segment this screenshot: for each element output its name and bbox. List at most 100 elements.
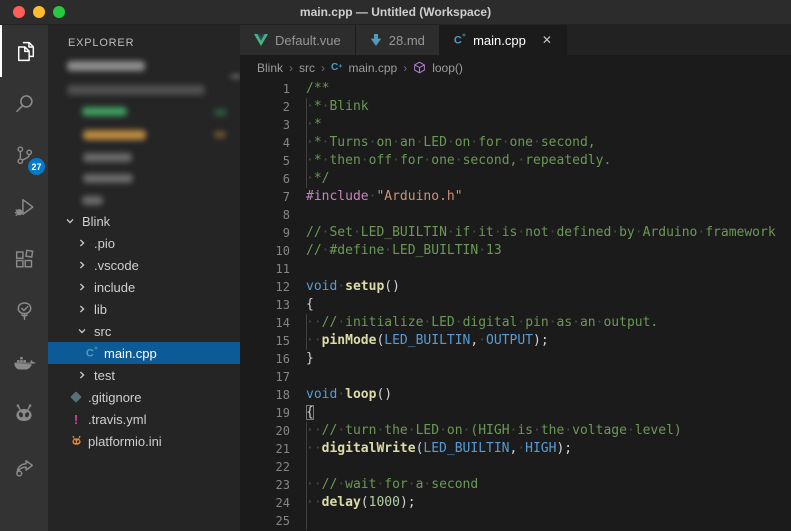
search-icon [12,91,37,116]
run-debug-icon [12,195,37,220]
code-line-16[interactable]: 16} [240,350,791,368]
code-line-12[interactable]: 12void·setup() [240,278,791,296]
tree-item-label: .travis.yml [88,412,147,427]
tree-item-test[interactable]: test [48,364,240,386]
tree-item-label: .gitignore [88,390,141,405]
code-line-6[interactable]: 6·*/ [240,170,791,188]
code-line-20[interactable]: 20 ··//·turn·the·LED·on·(HIGH·is·the·volt… [240,422,791,440]
code-line-11[interactable]: 11 [240,260,791,278]
line-number: 19 [240,404,290,422]
platformio-alien-icon [11,402,37,428]
redacted-item-orange [83,130,146,140]
chevron-right-icon [74,304,90,314]
code-line-8[interactable]: 8 [240,206,791,224]
code-line-18[interactable]: 18void·loop() [240,386,791,404]
redacted-badge-green [214,109,227,116]
tree-check-icon [12,299,37,324]
redacted-badge-orange [214,131,226,138]
tree-check-view-button[interactable] [0,285,48,337]
line-number: 25 [240,512,290,530]
search-view-button[interactable] [0,77,48,129]
code-line-14[interactable]: 14··//·initialize·LED·digital·pin·as·an·… [240,314,791,332]
minimize-window-button[interactable] [33,6,45,18]
code-line-7[interactable]: 7#include·"Arduino.h" [240,188,791,206]
redacted-item [82,196,103,205]
tab-28-md[interactable]: 28.md [356,25,440,55]
code-editor[interactable]: 1/**2·*·Blink3·*4·*·Turns·on·an·LED·on·f… [240,80,791,531]
tree-item-label: src [94,324,111,339]
tree-item-label: test [94,368,115,383]
tree-item-main-cpp[interactable]: C⁺ main.cpp [48,342,240,364]
code-line-4[interactable]: 4·*·Turns·on·an·LED·on·for·one·second, [240,134,791,152]
share-view-button[interactable] [0,441,48,493]
line-number: 17 [240,368,290,386]
tree-item-Blink[interactable]: Blink [48,210,240,232]
line-number: 22 [240,458,290,476]
line-number: 20 [240,422,290,440]
code-line-1[interactable]: 1/** [240,80,791,98]
chevron-right-icon [74,238,90,248]
docker-view-button[interactable] [0,337,48,389]
tree-item-label: lib [94,302,107,317]
breadcrumb-item-symbol[interactable]: loop() [432,61,463,75]
breadcrumb-item-file[interactable]: main.cpp [348,61,397,75]
code-line-17[interactable]: 17 [240,368,791,386]
tree-item-platformio-ini[interactable]: platformio.ini [48,430,240,452]
platformio-view-button[interactable] [0,389,48,441]
breadcrumb-separator: › [403,61,407,75]
code-line-5[interactable]: 5·*·then·off·for·one·second,·repeatedly. [240,152,791,170]
code-line-content: ··pinMode(LED_BUILTIN,·OUTPUT); [306,333,549,348]
code-line-content: ··//·initialize·LED·digital·pin·as·an·ou… [306,315,658,330]
tree-item--gitignore[interactable]: .gitignore [48,386,240,408]
code-line-3[interactable]: 3·* [240,116,791,134]
close-tab-icon[interactable]: ✕ [542,33,552,47]
tree-item-label: platformio.ini [88,434,162,449]
platformio-file-icon [68,435,84,448]
tab-default-vue[interactable]: Default.vue [240,25,356,55]
run-debug-view-button[interactable] [0,181,48,233]
explorer-sidebar: EXPLORER Blink.pio.vscodeincludelibsrcC⁺… [48,25,240,531]
chevron-right-icon [74,370,90,380]
tree-item-label: main.cpp [104,346,157,361]
code-line-24[interactable]: 24··delay(1000); [240,494,791,512]
code-line-21[interactable]: 21··digitalWrite(LED_BUILTIN,·HIGH); [240,440,791,458]
git-diamond-icon [68,393,84,401]
zoom-window-button[interactable] [53,6,65,18]
close-window-button[interactable] [13,6,25,18]
tree-item-lib[interactable]: lib [48,298,240,320]
tab-label: 28.md [389,33,425,48]
code-line-content: { [306,405,314,420]
code-line-content: /** [306,81,329,96]
extensions-view-button[interactable] [0,233,48,285]
tree-item--vscode[interactable]: .vscode [48,254,240,276]
breadcrumb-item-folder[interactable]: src [299,61,315,75]
redacted-item [83,174,133,183]
tree-item--travis-yml[interactable]: !.travis.yml [48,408,240,430]
breadcrumb-item-folder[interactable]: Blink [257,61,283,75]
code-line-13[interactable]: 13{ [240,296,791,314]
code-line-content: #include·"Arduino.h" [306,189,463,204]
code-line-content: ·*/ [306,171,329,186]
source-control-view-button[interactable]: 27 [0,129,48,181]
tab-main-cpp[interactable]: C⁺ main.cpp ✕ [440,25,567,55]
activity-bar: 27 [0,25,48,531]
tree-item-include[interactable]: include [48,276,240,298]
redacted-section-title [67,85,205,95]
code-line-9[interactable]: 9//·Set·LED_BUILTIN·if·it·is·not·defined… [240,224,791,242]
code-line-22[interactable]: 22 [240,458,791,476]
code-line-10[interactable]: 10//·#define·LED_BUILTIN·13 [240,242,791,260]
code-line-2[interactable]: 2·*·Blink [240,98,791,116]
code-line-15[interactable]: 15··pinMode(LED_BUILTIN,·OUTPUT); [240,332,791,350]
tree-item-src[interactable]: src [48,320,240,342]
cpp-file-icon: C⁺ [84,346,100,360]
breadcrumb: Blink › src › C⁺ main.cpp › loop() [240,55,791,80]
line-number: 23 [240,476,290,494]
code-line-23[interactable]: 23··//·wait·for·a·second [240,476,791,494]
code-line-25[interactable]: 25 [240,512,791,530]
code-line-19[interactable]: 19 { [240,404,791,422]
code-line-content: ··delay(1000); [306,495,416,510]
explorer-view-button[interactable] [0,25,48,77]
code-line-content: void·loop() [306,387,392,402]
code-line-content: ··//·turn·the·LED·on·(HIGH·is·the·voltag… [306,423,682,438]
tree-item--pio[interactable]: .pio [48,232,240,254]
